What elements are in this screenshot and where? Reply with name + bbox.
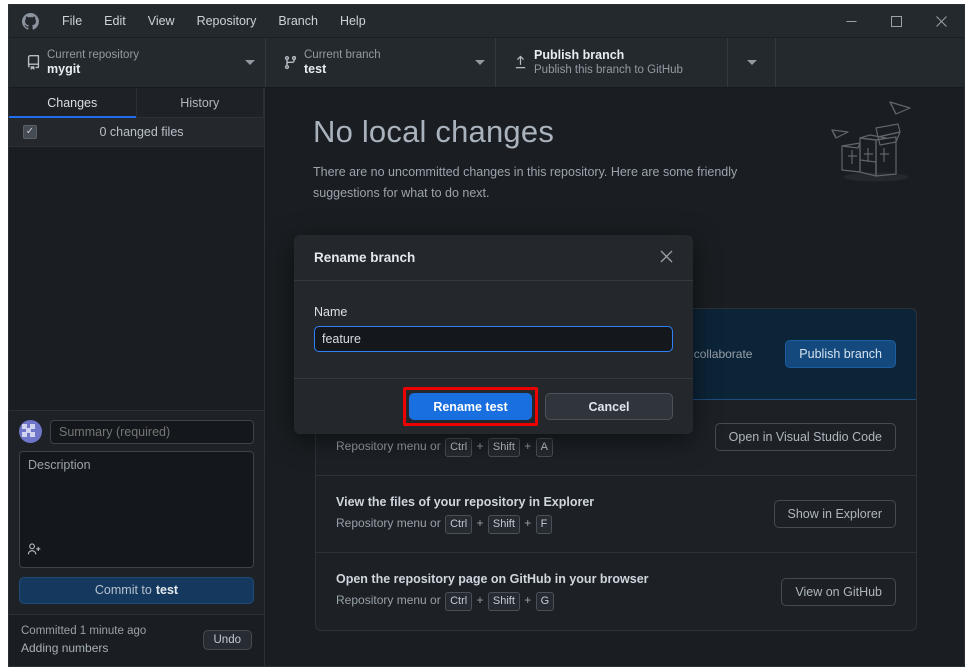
current-branch-label: Current branch xyxy=(304,48,469,62)
commit-summary-row xyxy=(19,420,254,444)
menu-item-help[interactable]: Help xyxy=(329,5,377,37)
current-repository-text: Current repository mygit xyxy=(47,48,239,78)
publish-branch-toolbar-button[interactable]: Publish branch Publish this branch to Gi… xyxy=(496,38,728,87)
dialog-title: Rename branch xyxy=(314,250,656,265)
kbd-shift: Shift xyxy=(488,438,520,457)
close-icon[interactable] xyxy=(656,246,677,270)
card-show-in-explorer-text: View the files of your repository in Exp… xyxy=(336,495,774,534)
card-title: Open the repository page on GitHub in yo… xyxy=(336,572,767,586)
commit-button[interactable]: Commit to test xyxy=(19,577,254,604)
cancel-button[interactable]: Cancel xyxy=(545,393,673,420)
changed-files-header: ✓ 0 changed files xyxy=(9,118,264,147)
current-branch-text: Current branch test xyxy=(304,48,469,78)
card-view-on-github: Open the repository page on GitHub in yo… xyxy=(316,553,916,630)
maximize-icon[interactable] xyxy=(874,5,919,37)
upload-icon xyxy=(506,55,534,70)
open-in-visual-studio-code-button[interactable]: Open in Visual Studio Code xyxy=(715,423,896,451)
repo-icon xyxy=(19,55,47,70)
commit-button-branch: test xyxy=(156,583,178,597)
undo-commit-text: Committed 1 minute ago Adding numbers xyxy=(21,623,203,657)
chevron-down-icon xyxy=(475,60,485,65)
rename-branch-dialog: Rename branch Name Rename test Cancel xyxy=(294,235,693,434)
window-controls xyxy=(829,5,964,37)
current-branch-selector[interactable]: Current branch test xyxy=(266,38,496,87)
card-desc-prefix: Repository menu or xyxy=(336,516,441,530)
branch-name-input[interactable] xyxy=(314,326,673,352)
card-desc-prefix: Repository menu or xyxy=(336,439,441,453)
kbd-ctrl: Ctrl xyxy=(445,515,472,534)
menu-item-file[interactable]: File xyxy=(51,5,93,37)
sidebar-tabs: Changes History xyxy=(9,88,264,118)
kbd-ctrl: Ctrl xyxy=(445,438,472,457)
rename-confirm-button[interactable]: Rename test xyxy=(409,393,532,420)
current-repository-value: mygit xyxy=(47,62,239,78)
title-bar: File Edit View Repository Branch Help xyxy=(9,5,964,38)
commit-description-input[interactable]: Description xyxy=(19,451,254,568)
view-on-github-button[interactable]: View on GitHub xyxy=(781,578,896,606)
commit-description-placeholder: Description xyxy=(28,458,245,472)
minimize-icon[interactable] xyxy=(829,5,874,37)
select-all-checkbox[interactable]: ✓ xyxy=(23,125,37,139)
add-person-icon[interactable] xyxy=(27,542,42,562)
changed-files-list[interactable] xyxy=(9,147,264,410)
card-title: View the files of your repository in Exp… xyxy=(336,495,760,509)
card-description: Repository menu or Ctrl + Shift + A xyxy=(336,437,701,457)
undo-commit-bar: Committed 1 minute ago Adding numbers Un… xyxy=(9,614,264,666)
publish-branch-dropdown[interactable] xyxy=(728,38,776,87)
sidebar: Changes History ✓ 0 changed files xyxy=(9,88,265,666)
commit-button-prefix: Commit to xyxy=(95,583,152,597)
chevron-down-icon xyxy=(245,60,255,65)
chevron-down-icon xyxy=(747,60,757,65)
rename-button-highlight: Rename test xyxy=(409,393,532,420)
no-changes-hero: No local changes There are no uncommitte… xyxy=(265,88,964,203)
kbd-letter: F xyxy=(536,515,553,534)
changed-files-count: 0 changed files xyxy=(37,125,264,139)
tab-changes[interactable]: Changes xyxy=(9,88,137,117)
card-desc-prefix: Repository menu or xyxy=(336,593,441,607)
menu-item-edit[interactable]: Edit xyxy=(93,5,137,37)
dialog-footer: Rename test Cancel xyxy=(294,379,693,434)
card-view-on-github-text: Open the repository page on GitHub in yo… xyxy=(336,572,781,611)
kbd-shift: Shift xyxy=(488,592,520,611)
current-branch-value: test xyxy=(304,62,469,78)
github-logo-icon xyxy=(9,13,51,30)
page-description: There are no uncommitted changes in this… xyxy=(313,162,791,203)
show-in-explorer-button[interactable]: Show in Explorer xyxy=(774,500,897,528)
undo-button[interactable]: Undo xyxy=(203,630,253,650)
menu-item-branch[interactable]: Branch xyxy=(267,5,329,37)
publish-branch-subtitle: Publish this branch to GitHub xyxy=(534,63,717,77)
card-description: Repository menu or Ctrl + Shift + F xyxy=(336,514,760,534)
menu-item-repository[interactable]: Repository xyxy=(186,5,268,37)
commit-form: Description Commit to test xyxy=(9,410,264,614)
publish-branch-button[interactable]: Publish branch xyxy=(785,340,896,368)
tab-history[interactable]: History xyxy=(137,88,265,117)
kbd-ctrl: Ctrl xyxy=(445,592,472,611)
name-field-label: Name xyxy=(314,305,673,319)
publish-branch-title: Publish branch xyxy=(534,48,717,64)
commit-status: Committed 1 minute ago xyxy=(21,623,203,640)
kbd-letter: A xyxy=(536,438,553,457)
menu-item-view[interactable]: View xyxy=(137,5,186,37)
branch-icon xyxy=(276,55,304,70)
card-show-in-explorer: View the files of your repository in Exp… xyxy=(316,476,916,553)
app-toolbar: Current repository mygit Current branch … xyxy=(9,38,964,88)
github-desktop-window: File Edit View Repository Branch Help xyxy=(8,4,965,667)
current-repository-selector[interactable]: Current repository mygit xyxy=(9,38,266,87)
boxes-and-paper-planes-illustration xyxy=(824,98,920,186)
kbd-letter: G xyxy=(536,592,555,611)
dialog-header: Rename branch xyxy=(294,235,693,281)
card-description: Repository menu or Ctrl + Shift + G xyxy=(336,591,767,611)
publish-branch-text: Publish branch Publish this branch to Gi… xyxy=(534,48,717,78)
avatar xyxy=(19,420,42,443)
kbd-shift: Shift xyxy=(488,515,520,534)
commit-summary-input[interactable] xyxy=(50,420,254,444)
commit-message: Adding numbers xyxy=(21,640,203,657)
cancel-button-wrap: Cancel xyxy=(545,393,673,420)
current-repository-label: Current repository xyxy=(47,48,239,62)
close-icon[interactable] xyxy=(919,5,964,37)
menu-bar: File Edit View Repository Branch Help xyxy=(51,5,377,37)
dialog-body: Name xyxy=(294,281,693,379)
